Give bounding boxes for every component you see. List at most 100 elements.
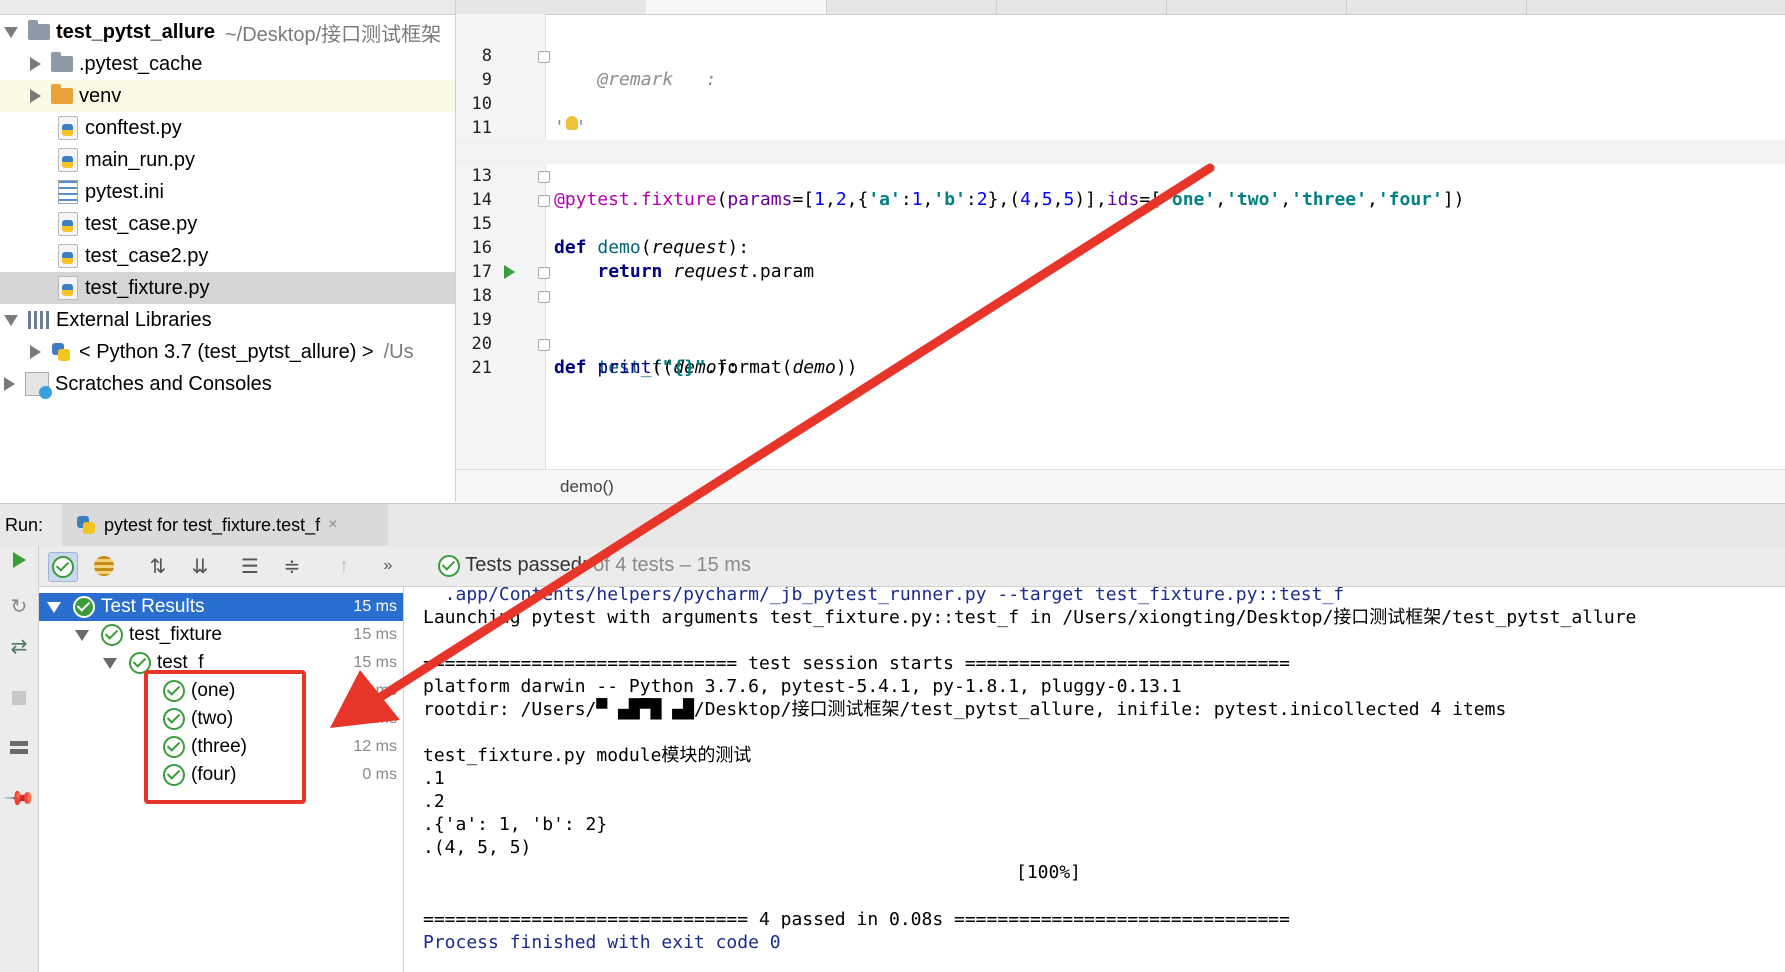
run-toolbar: ⇅ ⇊ ☰ ≑ ↑ » Tests passed: of 4 tests – 1… [0, 546, 1785, 587]
editor-tab[interactable] [1346, 0, 1527, 14]
console-line: .(4, 5, 5) [423, 837, 532, 858]
pin-tab-button[interactable]: 📌 [2, 782, 35, 815]
fold-marker-icon[interactable] [538, 51, 550, 63]
tree-item-label: test_case.py [85, 212, 198, 235]
fold-marker-icon[interactable] [538, 339, 550, 351]
fold-marker-icon[interactable] [538, 291, 550, 303]
collapse-arrow-icon[interactable] [103, 657, 117, 669]
fold-marker-icon[interactable] [538, 171, 550, 183]
show-ignored-toggle[interactable] [90, 552, 118, 580]
code-line-10[interactable]: 10 [456, 68, 1785, 114]
tree-item-test-case2[interactable]: test_case2.py [0, 240, 455, 272]
code-editor[interactable]: 8 @remark : 9 ''' 10 11 import pytest 12… [456, 0, 1785, 502]
rerun-failed-icon: ↻ [10, 595, 28, 618]
code-line-16[interactable]: 16 [456, 212, 1785, 258]
lightbulb-icon[interactable] [566, 116, 578, 130]
editor-tab[interactable] [456, 0, 647, 14]
expand-arrow-icon[interactable] [30, 57, 41, 71]
close-icon[interactable]: × [328, 516, 337, 534]
python-file-icon [58, 244, 78, 268]
collapse-arrow-icon[interactable] [75, 629, 89, 641]
run-test-gutter-icon[interactable] [504, 265, 515, 279]
tree-item-label: test_fixture.py [85, 276, 210, 299]
code-text: print("{}".format(demo)) [597, 357, 858, 378]
code-line-14[interactable]: 14 def demo(request): [456, 164, 1785, 258]
fold-marker-icon[interactable] [538, 195, 550, 207]
console-line: ============================= test sessi… [423, 653, 1290, 674]
expand-arrow-icon[interactable] [30, 345, 41, 359]
code-line-13[interactable]: 13 @pytest.fixture(params=[1,2,{'a':1,'b… [456, 140, 1785, 210]
project-root[interactable]: test_pytst_allure ~/Desktop/接口测试框架 [0, 16, 455, 48]
tree-item-test-fixture[interactable]: test_fixture.py [0, 272, 455, 304]
sort-duration-icon: ⇊ [191, 555, 209, 578]
library-icon [28, 311, 50, 329]
test-duration: 15 ms [353, 654, 397, 671]
tree-item-conftest[interactable]: conftest.py [0, 112, 455, 144]
code-line-9[interactable]: 9 ''' [456, 44, 1785, 138]
fold-marker-icon[interactable] [538, 267, 550, 279]
collapse-all-icon: ≑ [283, 555, 301, 578]
expand-arrow-icon[interactable] [4, 377, 15, 391]
test-duration: 0 ms [362, 766, 397, 783]
folder-icon [51, 84, 73, 104]
editor-tab[interactable] [826, 0, 997, 14]
editor-breadcrumb[interactable]: demo() [456, 469, 1785, 502]
pin-icon: 📌 [2, 781, 36, 815]
status-main: Tests passed: [465, 554, 588, 576]
sort-by-duration-button[interactable]: ⇊ [186, 552, 214, 580]
tree-item-main-run[interactable]: main_run.py [0, 144, 455, 176]
editor-tab[interactable] [1166, 0, 1347, 14]
tree-item-venv[interactable]: venv [0, 80, 455, 112]
code-line-17[interactable]: 17 [456, 236, 1785, 282]
tree-item-label: conftest.py [85, 116, 182, 139]
expand-all-button[interactable]: ☰ [236, 552, 264, 580]
show-passed-toggle[interactable] [48, 552, 78, 582]
rerun-button[interactable] [5, 546, 33, 574]
sort-alphabetically-button[interactable]: ⇅ [144, 552, 172, 580]
test-module-node[interactable]: test_fixture 15 ms [39, 621, 403, 649]
console-line: Launching pytest with arguments test_fix… [423, 607, 1637, 628]
python-file-icon [58, 148, 78, 172]
tree-item-external-libraries[interactable]: External Libraries [0, 304, 455, 336]
tree-item-scratches[interactable]: Scratches and Consoles [0, 368, 455, 400]
collapse-arrow-icon[interactable] [4, 314, 18, 326]
annotation-highlight-box [144, 670, 306, 804]
tree-item-python-env[interactable]: < Python 3.7 (test_pytst_allure) > /Us [0, 336, 455, 368]
code-line-8[interactable]: 8 @remark : [456, 20, 1785, 90]
stop-button[interactable] [5, 684, 33, 712]
layout-button[interactable] [5, 734, 33, 762]
code-line-19[interactable]: 19 print("{}".format(demo)) [456, 284, 1785, 378]
breadcrumb-item[interactable]: demo() [560, 470, 614, 502]
expand-arrow-icon[interactable] [30, 89, 41, 103]
tree-item-test-case[interactable]: test_case.py [0, 208, 455, 240]
previous-failed-button[interactable]: ↑ [330, 552, 358, 580]
console-line: .{'a': 1, 'b': 2} [423, 814, 608, 835]
code-line-18[interactable]: 18 def test_f(demo): [456, 260, 1785, 378]
ignored-tests-icon [94, 556, 114, 576]
code-line-11[interactable]: 11 import pytest [456, 92, 1785, 162]
code-line-20[interactable]: 20 [456, 308, 1785, 354]
code-line-21[interactable]: 21 [456, 332, 1785, 378]
python-file-icon [58, 116, 78, 140]
console-line: rootdir: /Users/▀ ▄█▀█ ▄█/Desktop/接口测试框架… [423, 699, 1507, 720]
tree-item-label: venv [79, 84, 122, 107]
toggle-auto-test-button[interactable]: ⇄ [5, 632, 33, 660]
run-configuration-tab[interactable]: pytest for test_fixture.test_f × [62, 504, 388, 546]
console-output[interactable]: .app/Contents/helpers/pycharm/_jb_pytest… [404, 587, 1785, 972]
check-circle-icon [73, 596, 95, 618]
collapse-arrow-icon[interactable] [4, 26, 18, 38]
tree-item-pytest-ini[interactable]: pytest.ini [0, 176, 455, 208]
editor-tab-active[interactable] [646, 0, 827, 14]
more-actions-button[interactable]: » [374, 552, 402, 580]
console-line: test_fixture.py module模块的测试 [423, 745, 752, 766]
code-line-12[interactable]: 12 [456, 116, 1785, 162]
rerun-failed-button[interactable]: ↻ [5, 592, 33, 620]
check-circle-icon [52, 556, 74, 578]
tree-item-pytest-cache[interactable]: .pytest_cache [0, 48, 455, 80]
tree-item-label: External Libraries [56, 308, 212, 331]
collapse-arrow-icon[interactable] [47, 601, 61, 613]
code-line-15[interactable]: 15 return request.param [456, 188, 1785, 282]
collapse-all-button[interactable]: ≑ [278, 552, 306, 580]
editor-tab[interactable] [996, 0, 1167, 14]
test-results-root[interactable]: Test Results 15 ms [39, 593, 403, 621]
